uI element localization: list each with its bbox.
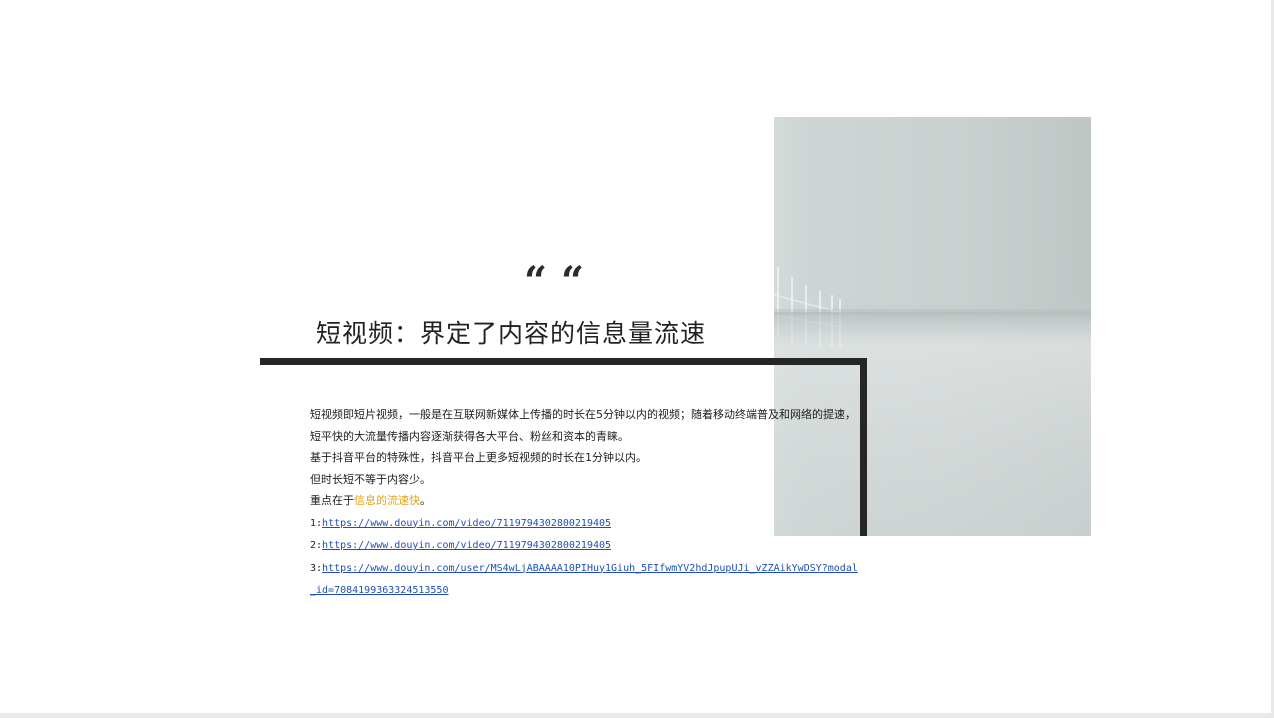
paragraph-definition: 短视频即短片视频，一般是在互联网新媒体上传播的时长在5分钟以内的视频；随着移动终…: [310, 408, 856, 443]
paragraph-douyin: 基于抖音平台的特殊性，抖音平台上更多短视频的时长在1分钟以内。: [310, 451, 647, 464]
slide: ““ 短视频：界定了内容的信息量流速 短视频即短片视频，一般是在互联网新媒体上传…: [0, 0, 1271, 713]
link-url[interactable]: https://www.douyin.com/user/MS4wLjABAAAA…: [310, 563, 858, 597]
emphasis-suffix: 。: [420, 494, 431, 507]
quote-mark-icon: ““: [524, 258, 599, 305]
link-index: 2:: [310, 540, 323, 551]
link-index: 3:: [310, 562, 323, 574]
emphasis-highlight: 信息的流速快: [354, 494, 420, 507]
emphasis-prefix: 重点在于: [310, 494, 354, 507]
link-url[interactable]: https://www.douyin.com/video/71197943028…: [322, 518, 611, 529]
slide-title: 短视频：界定了内容的信息量流速: [316, 319, 707, 348]
link-url[interactable]: https://www.douyin.com/video/71197943028…: [322, 540, 611, 551]
frame-right-border: [860, 358, 867, 536]
paragraph-emphasis: 重点在于信息的流速快。: [310, 490, 858, 512]
paragraph-content: 但时长短不等于内容少。: [310, 472, 431, 486]
body-text: 短视频即短片视频，一般是在互联网新媒体上传播的时长在5分钟以内的视频；随着移动终…: [310, 404, 858, 602]
link-index: 1:: [310, 517, 323, 529]
link-item-2: 2:https://www.douyin.com/video/711979430…: [310, 534, 858, 557]
frame-top-border: [260, 358, 867, 365]
link-item-1: 1:https://www.douyin.com/video/711979430…: [310, 512, 858, 535]
link-item-3: 3:https://www.douyin.com/user/MS4wLjABAA…: [310, 557, 858, 602]
